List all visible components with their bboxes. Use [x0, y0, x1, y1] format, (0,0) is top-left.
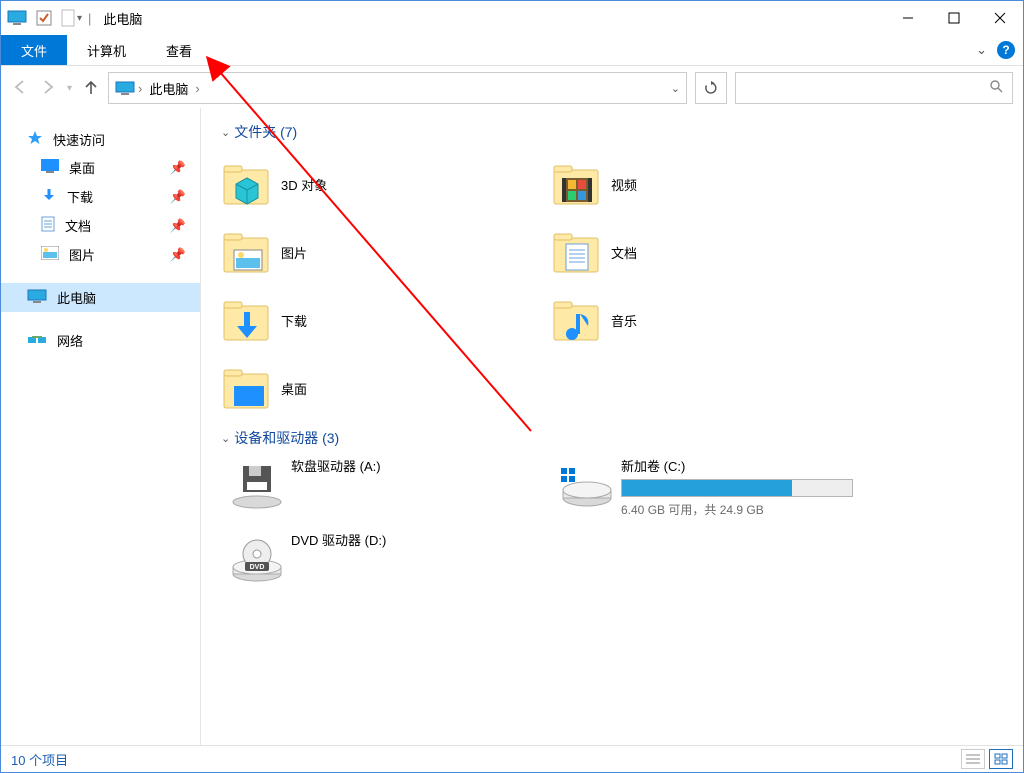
pin-icon: 📌: [170, 218, 186, 234]
search-icon: [989, 79, 1004, 97]
search-box[interactable]: [735, 72, 1013, 104]
nav-up-icon[interactable]: [82, 78, 100, 99]
document-icon: [41, 216, 55, 235]
chevron-right-icon[interactable]: ›: [138, 81, 142, 96]
document-icon: [61, 9, 75, 27]
desktop-icon: [41, 159, 59, 176]
view-details-button[interactable]: [961, 749, 985, 769]
breadcrumb-root[interactable]: 此电脑: [149, 79, 188, 98]
titlebar: ▾ | 此电脑: [1, 1, 1023, 35]
ribbon-tabs: 文件 计算机 查看 ⌄ ?: [1, 35, 1023, 66]
sidebar-item-desktop[interactable]: 桌面 📌: [1, 153, 200, 182]
folder-pictures[interactable]: 图片: [219, 218, 519, 286]
download-arrow-icon: [41, 187, 57, 206]
computer-icon: [7, 10, 27, 26]
status-bar: 10 个项目: [1, 745, 1023, 772]
status-item-count: 10 个项目: [11, 750, 68, 769]
drive-c[interactable]: 新加卷 (C:) 6.40 GB 可用，共 24.9 GB: [549, 456, 879, 530]
quick-access-check-icon[interactable]: [35, 9, 53, 27]
folder-downloads[interactable]: 下载: [219, 286, 519, 354]
picture-icon: [41, 246, 59, 263]
pictures-folder-icon: [219, 224, 275, 280]
dvd-drive-icon: DVD: [219, 530, 291, 590]
videos-folder-icon: [549, 156, 605, 212]
folder-desktop[interactable]: 桌面: [219, 354, 519, 422]
ribbon-expand-icon[interactable]: ⌄: [976, 42, 987, 58]
window-title: 此电脑: [103, 9, 142, 28]
sidebar-item-documents[interactable]: 文档 📌: [1, 211, 200, 240]
close-button[interactable]: [977, 1, 1023, 35]
floppy-drive-icon: [219, 456, 291, 516]
drives-grid: 软盘驱动器 (A:) 新加卷 (C:) 6.40 GB 可用，共 24.9 GB: [219, 456, 1005, 604]
folder-videos[interactable]: 视频: [549, 150, 849, 218]
3d-objects-icon: [219, 156, 275, 212]
address-dropdown-icon[interactable]: ⌄: [671, 82, 680, 95]
tab-computer[interactable]: 计算机: [67, 35, 146, 65]
sidebar-item-network[interactable]: 网络: [1, 326, 200, 355]
address-bar[interactable]: › 此电脑 › ⌄: [108, 72, 687, 104]
drive-usage-bar: [621, 479, 853, 497]
documents-folder-icon: [549, 224, 605, 280]
view-large-icons-button[interactable]: [989, 749, 1013, 769]
navigation-pane: 快速访问 桌面 📌 下载 📌 文档 📌 图片 📌: [1, 108, 201, 745]
desktop-folder-icon: [219, 360, 275, 416]
sidebar-item-this-pc[interactable]: 此电脑: [1, 283, 200, 312]
chevron-right-icon[interactable]: ›: [195, 81, 199, 96]
network-icon: [27, 332, 47, 349]
help-button[interactable]: ?: [997, 41, 1015, 59]
minimize-button[interactable]: [885, 1, 931, 35]
nav-back-icon[interactable]: [11, 78, 29, 99]
pin-icon: 📌: [170, 160, 186, 176]
downloads-folder-icon: [219, 292, 275, 348]
drive-dvd-d[interactable]: DVD DVD 驱动器 (D:): [219, 530, 549, 604]
music-folder-icon: [549, 292, 605, 348]
folder-documents[interactable]: 文档: [549, 218, 849, 286]
nav-quick-access[interactable]: 快速访问: [1, 126, 200, 153]
chevron-down-icon: ⌄: [221, 432, 230, 445]
folder-music[interactable]: 音乐: [549, 286, 849, 354]
tab-file[interactable]: 文件: [1, 35, 67, 65]
qat-dropdown-icon[interactable]: ▾: [77, 13, 82, 24]
star-icon: [27, 130, 43, 149]
drive-floppy-a[interactable]: 软盘驱动器 (A:): [219, 456, 549, 530]
nav-recent-icon[interactable]: ▾: [67, 83, 72, 94]
tab-view[interactable]: 查看: [146, 35, 212, 65]
maximize-button[interactable]: [931, 1, 977, 35]
section-folders-header[interactable]: ⌄ 文件夹 (7): [221, 122, 1005, 142]
address-bar-row: ▾ › 此电脑 › ⌄: [1, 66, 1023, 108]
chevron-down-icon: ⌄: [221, 126, 230, 139]
refresh-button[interactable]: [695, 72, 727, 104]
folders-grid: 3D 对象 图片 下载: [219, 150, 1005, 422]
svg-text:DVD: DVD: [250, 564, 265, 571]
content-area: ⌄ 文件夹 (7) 3D 对象 图片: [201, 108, 1023, 745]
sidebar-item-pictures[interactable]: 图片 📌: [1, 240, 200, 269]
computer-icon: [115, 81, 135, 95]
sidebar-item-downloads[interactable]: 下载 📌: [1, 182, 200, 211]
pin-icon: 📌: [170, 247, 186, 263]
folder-3d-objects[interactable]: 3D 对象: [219, 150, 519, 218]
hard-drive-icon: [549, 456, 621, 516]
computer-icon: [27, 289, 47, 306]
drive-usage-text: 6.40 GB 可用，共 24.9 GB: [621, 501, 853, 518]
pin-icon: 📌: [170, 189, 186, 205]
section-drives-header[interactable]: ⌄ 设备和驱动器 (3): [221, 428, 1005, 448]
nav-forward-icon[interactable]: [39, 78, 57, 99]
